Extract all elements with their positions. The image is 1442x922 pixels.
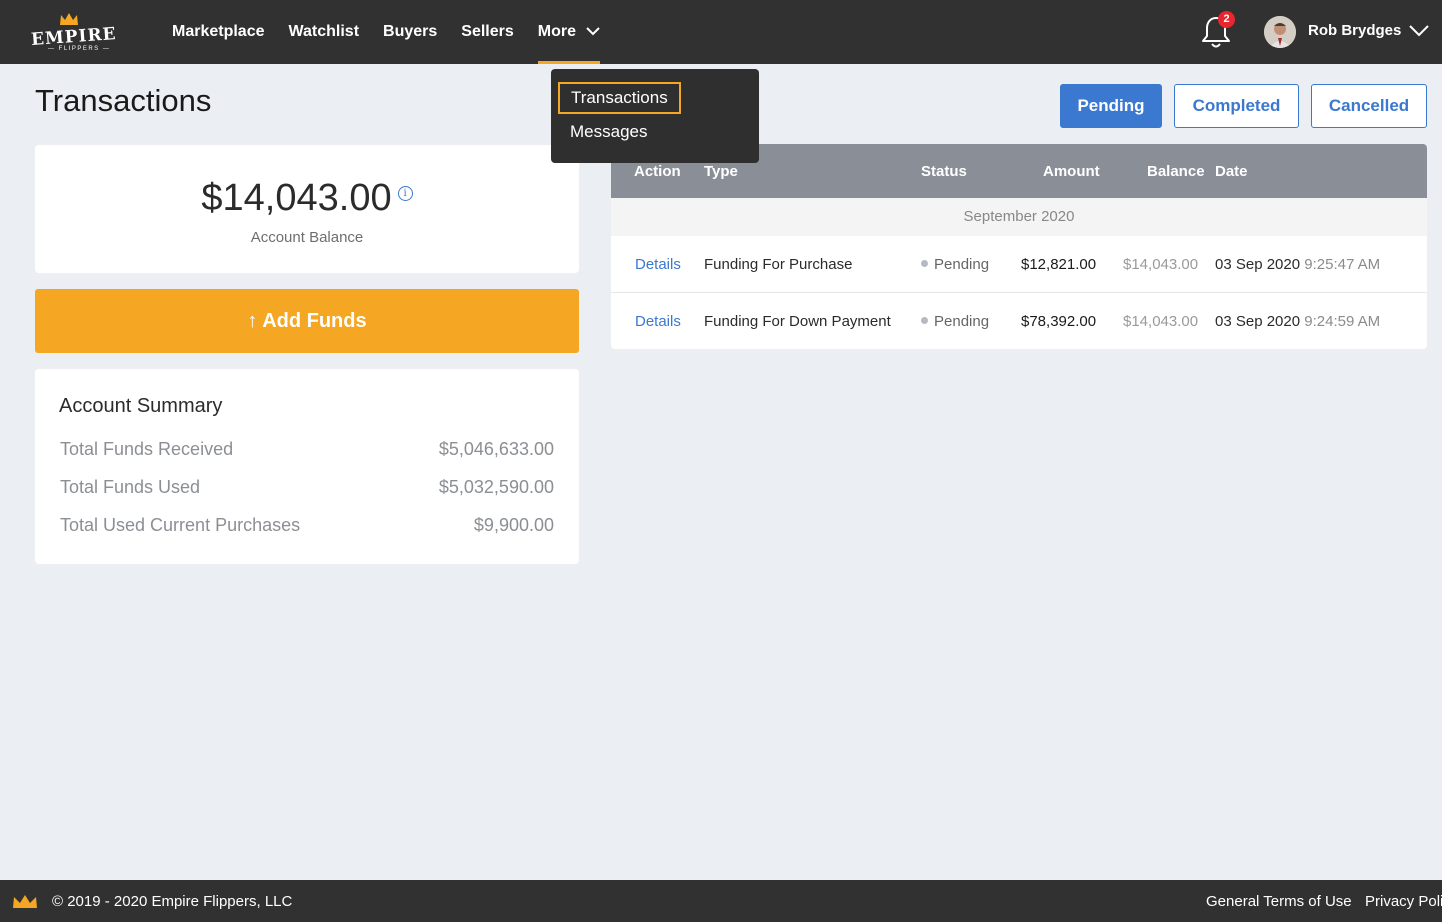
column-header-action: Action [634,163,681,180]
main-nav: Marketplace Watchlist Buyers Sellers Mor… [172,0,624,64]
transaction-date: 03 Sep 2020 9:25:47 AM [1215,256,1380,273]
chevron-down-icon[interactable] [1408,24,1430,38]
nav-more-label: More [537,23,576,40]
transaction-balance: $14,043.00 [1123,313,1199,330]
copyright-text: © 2019 - 2020 Empire Flippers, LLC [52,893,293,910]
user-avatar[interactable] [1264,16,1296,48]
summary-value: $5,032,590.00 [438,477,554,497]
account-summary-title: Account Summary [59,395,223,417]
chevron-down-icon [586,27,600,36]
status-dot-icon [921,260,928,267]
month-group-header: September 2020 [611,198,1427,236]
filter-pending-button[interactable]: Pending [1060,84,1162,128]
crown-icon [13,895,37,908]
summary-label: Total Funds Used [60,477,201,497]
transactions-table: Action Type Status Amount Balance Date S… [611,144,1427,349]
user-avatar-icon [1264,16,1296,48]
notification-count-badge: 2 [1218,11,1235,28]
filter-cancelled-button[interactable]: Cancelled [1311,84,1427,128]
filter-completed-button[interactable]: Completed [1174,84,1299,128]
empire-flippers-logo[interactable]: EMPIRE — FLIPPERS — [28,10,117,56]
status-text: Pending [934,256,990,273]
info-icon[interactable]: i [397,186,413,201]
nav-watchlist[interactable]: Watchlist [289,0,360,64]
transaction-type: Funding For Purchase [704,256,853,273]
summary-row: Total Funds Received $5,046,633.00 [60,439,554,460]
transaction-amount: $12,821.00 [1021,256,1097,273]
nav-more[interactable]: More [537,0,601,64]
time-text: 9:24:59 AM [1304,313,1381,330]
balance-amount-wrap: $14,043.00 i [35,177,579,220]
summary-value: $5,046,633.00 [438,439,554,459]
balance-card: $14,043.00 i Account Balance [35,145,579,273]
details-link[interactable]: Details [635,313,681,330]
account-balance-label: Account Balance [250,229,364,246]
transaction-amount: $78,392.00 [1021,313,1097,330]
date-text: 03 Sep 2020 [1215,313,1301,330]
account-balance-amount: $14,043.00 [201,177,392,219]
nav-sellers[interactable]: Sellers [461,0,513,64]
column-header-date: Date [1215,163,1248,180]
summary-row: Total Funds Used $5,032,590.00 [60,477,554,498]
summary-value: $9,900.00 [473,515,554,535]
table-row: Details Funding For Down Payment Pending… [611,293,1427,349]
dropdown-item-transactions[interactable]: Transactions [558,82,681,114]
column-header-status: Status [921,163,967,180]
column-header-amount: Amount [1043,163,1100,180]
column-header-balance: Balance [1147,163,1205,180]
table-row: Details Funding For Purchase Pending $12… [611,236,1427,293]
top-navigation-bar: EMPIRE — FLIPPERS — Marketplace Watchlis… [0,0,1442,64]
user-name[interactable]: Rob Brydges [1308,22,1401,39]
date-text: 03 Sep 2020 [1215,256,1301,273]
status-dot-icon [921,317,928,324]
time-text: 9:25:47 AM [1304,256,1381,273]
details-link[interactable]: Details [635,256,681,273]
transaction-type: Funding For Down Payment [704,313,891,330]
transaction-status: Pending [921,256,989,273]
dropdown-item-messages[interactable]: Messages [570,122,647,142]
summary-label: Total Funds Received [60,439,234,459]
nav-buyers[interactable]: Buyers [383,0,437,64]
summary-label: Total Used Current Purchases [60,515,301,535]
status-text: Pending [934,313,990,330]
summary-row: Total Used Current Purchases $9,900.00 [60,515,554,536]
nav-marketplace[interactable]: Marketplace [172,0,265,64]
crown-icon [60,13,78,25]
account-summary-card: Account Summary Total Funds Received $5,… [35,369,579,564]
more-dropdown-menu: Transactions Messages [551,69,759,163]
page-title: Transactions [35,83,212,118]
transaction-balance: $14,043.00 [1123,256,1199,273]
transaction-date: 03 Sep 2020 9:24:59 AM [1215,313,1380,330]
logo-subtitle: — FLIPPERS — [48,46,111,52]
footer: © 2019 - 2020 Empire Flippers, LLC Gener… [0,880,1442,922]
transaction-status: Pending [921,313,989,330]
add-funds-button[interactable]: ↑ Add Funds [35,289,579,353]
privacy-link[interactable]: Privacy Policy [1365,893,1442,910]
terms-link[interactable]: General Terms of Use [1206,893,1352,910]
column-header-type: Type [704,163,738,180]
